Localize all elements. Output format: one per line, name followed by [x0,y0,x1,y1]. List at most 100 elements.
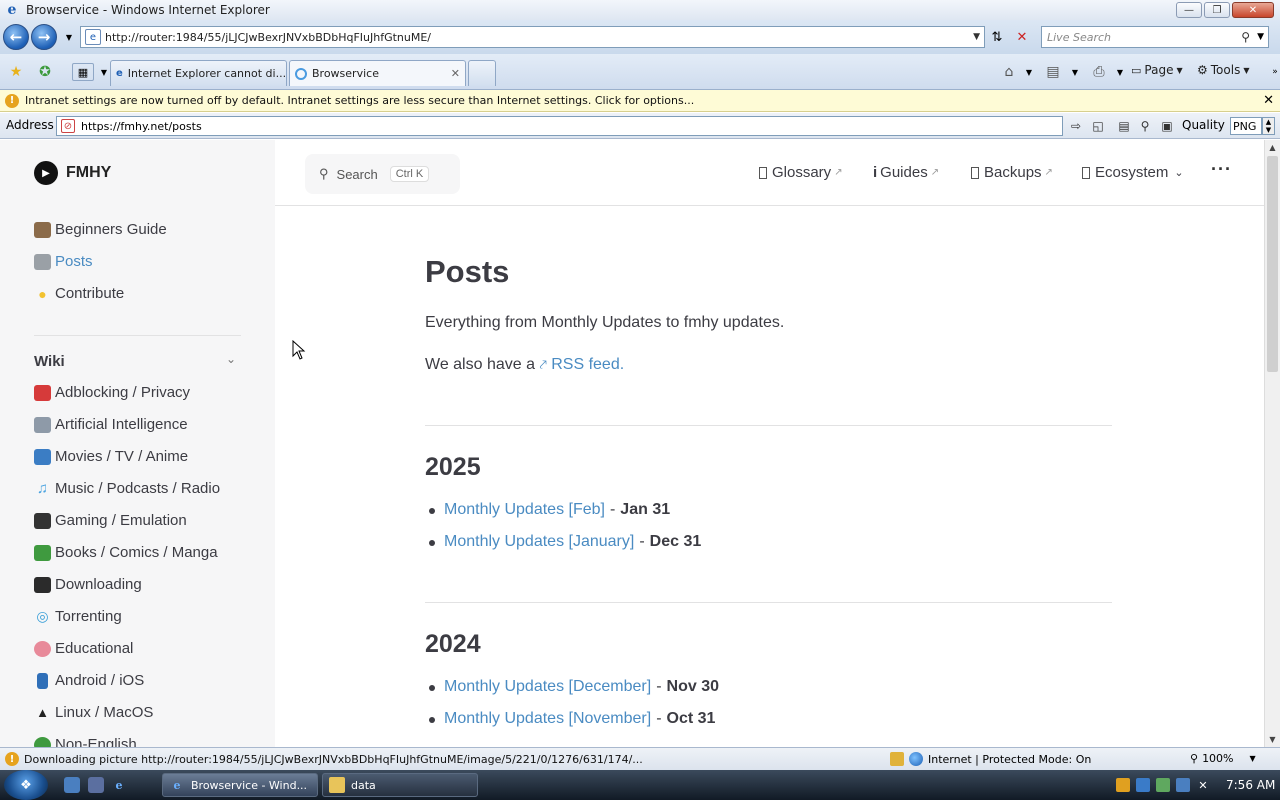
chevron-down-icon[interactable]: ⌄ [226,352,236,366]
tools-menu-label: Tools [1210,63,1241,77]
nav-backups[interactable]: Backups ↗ [971,164,1053,181]
tab-label: Internet Explorer cannot di... [127,67,287,80]
rss-feed-link[interactable]: ⤤ RSS feed. [539,356,624,373]
zoom-control[interactable]: ⚲ 100% ▼ [1190,752,1256,765]
quick-tabs-icon[interactable]: ▦ [72,63,94,81]
wiki-section-title[interactable]: Wiki [34,353,65,370]
volume-muted-icon[interactable]: ✕ [1196,778,1210,792]
close-icon[interactable]: ✕ [1263,93,1274,108]
clipboard-icon[interactable]: ▤ [1115,118,1133,134]
post-link[interactable]: Monthly Updates [November] [444,710,651,728]
sidebar-item-beginners-guide[interactable]: Beginners Guide [34,221,167,238]
nav-glossary[interactable]: Glossary ↗ [759,164,843,181]
sidebar-item-educational[interactable]: Educational [34,640,133,657]
scrollbar-thumb[interactable] [1267,156,1278,372]
music-note-icon: ♫ [36,480,49,497]
sidebar-item-music[interactable]: ♫ Music / Podcasts / Radio [34,480,220,497]
ie-logo-icon: e [7,2,17,18]
monitor-icon[interactable] [1156,778,1170,792]
network-connection-icon[interactable] [1176,778,1190,792]
search-input[interactable]: Live Search ⚲ ▼ [1041,26,1269,48]
network-icon[interactable] [1136,778,1150,792]
clock[interactable]: 7:56 AM [1226,778,1275,792]
new-tab-button[interactable] [468,60,496,86]
tab-close-icon[interactable]: ✕ [451,67,460,80]
tab-ie-error[interactable]: e Internet Explorer cannot di... [110,60,287,86]
sidebar-item-downloading[interactable]: Downloading [34,576,142,593]
task-browservice[interactable]: e Browservice - Wind... [162,773,318,797]
post-link[interactable]: Monthly Updates [December] [444,678,651,696]
tab-browservice[interactable]: Browservice ✕ [289,60,466,86]
bookmark-icon[interactable]: ◱ [1089,118,1107,134]
quality-spinner[interactable]: ▲ ▼ [1262,117,1275,135]
address-input[interactable]: ⊘ https://fmhy.net/posts [56,116,1063,136]
zone-label: Internet | Protected Mode: On [928,752,1092,766]
sidebar-item-gaming[interactable]: Gaming / Emulation [34,512,187,529]
start-button[interactable]: ❖ [4,770,48,800]
site-brand[interactable]: ▶ FMHY [34,161,111,185]
sidebar-item-label: Educational [55,640,134,657]
search-icon: ⚲ [319,166,329,181]
info-icon: i [873,164,878,181]
url-field[interactable]: e http://router:1984/55/jLJCJwBexrJNVxbB… [80,26,985,48]
feeds-icon[interactable]: ▤ [1044,63,1062,81]
maximize-button[interactable]: ❐ [1204,2,1230,18]
history-dropdown-icon[interactable]: ▼ [59,27,79,47]
find-icon[interactable]: ⚲ [1136,118,1154,134]
post-link[interactable]: Monthly Updates [Feb] [444,501,605,519]
favorites-star-icon[interactable]: ★ [7,63,25,81]
vertical-scrollbar[interactable]: ▲ ▼ [1264,140,1280,747]
go-arrow-icon[interactable]: ⇨ [1067,118,1085,134]
sidebar-item-non-english[interactable]: Non-English [34,736,137,747]
nav-guides[interactable]: i Guides ↗ [873,164,939,181]
quality-select[interactable]: PNG [1230,117,1262,135]
forward-button[interactable]: → [31,24,57,50]
sidebar-item-adblocking[interactable]: Adblocking / Privacy [34,384,190,401]
security-shield-icon[interactable] [1116,778,1130,792]
scroll-down-icon[interactable]: ▼ [1265,732,1280,747]
more-commands-icon[interactable]: » [1266,63,1280,81]
save-icon[interactable]: ▣ [1158,118,1176,134]
information-bar[interactable]: ! Intranet settings are now turned off b… [0,90,1280,112]
sidebar-item-torrenting[interactable]: ◎ Torrenting [34,608,121,625]
search-icon[interactable]: ⚲ [1241,30,1250,44]
information-bar-message: Intranet settings are now turned off by … [25,94,695,107]
site-search-button[interactable]: ⚲ Search Ctrl K [305,154,460,194]
rss-line: We also have a ⤤ RSS feed. [425,356,624,374]
sidebar-item-ai[interactable]: Artificial Intelligence [34,416,188,433]
url-dropdown-icon[interactable]: ▼ [973,32,980,42]
switch-windows-icon[interactable] [88,777,104,793]
page-menu[interactable]: ▭ Page ▼ [1131,63,1183,77]
back-button[interactable]: ← [3,24,29,50]
tools-menu[interactable]: ⚙ Tools ▼ [1197,63,1249,77]
security-zone[interactable]: Internet | Protected Mode: On [890,752,1091,766]
gear-icon: ⚙ [1197,63,1208,77]
sidebar-item-contribute[interactable]: ● Contribute [34,285,124,302]
sidebar-item-movies[interactable]: Movies / TV / Anime [34,448,188,465]
sidebar-item-posts[interactable]: Posts [34,253,93,270]
ie-quicklaunch-icon[interactable]: e [111,777,127,793]
task-data-folder[interactable]: data [322,773,478,797]
stop-icon[interactable]: ✕ [1012,27,1032,47]
chevron-down-icon: ▼ [1176,65,1183,75]
print-icon[interactable]: ⎙ [1090,63,1108,81]
home-dropdown-icon[interactable]: ▼ [1020,63,1038,81]
more-options-icon[interactable]: ··· [1211,159,1232,180]
home-icon[interactable]: ⌂ [1000,63,1018,81]
show-desktop-icon[interactable] [64,777,80,793]
rss-prefix: We also have a [425,356,535,373]
sidebar-item-linux-macos[interactable]: ▲ Linux / MacOS [34,704,153,721]
search-placeholder: Live Search [1047,30,1111,44]
post-link[interactable]: Monthly Updates [January] [444,533,634,551]
sidebar-item-books[interactable]: Books / Comics / Manga [34,544,218,561]
print-dropdown-icon[interactable]: ▼ [1111,63,1129,81]
feeds-dropdown-icon[interactable]: ▼ [1066,63,1084,81]
sidebar-item-android-ios[interactable]: Android / iOS [34,672,144,689]
search-dropdown-icon[interactable]: ▼ [1257,32,1264,42]
close-button[interactable]: ✕ [1232,2,1274,18]
scroll-up-icon[interactable]: ▲ [1265,140,1280,155]
refresh-icon[interactable]: ⇅ [987,27,1007,47]
add-favorite-icon[interactable]: ✪ [36,63,54,81]
minimize-button[interactable]: — [1176,2,1202,18]
nav-ecosystem[interactable]: Ecosystem ⌄ [1082,164,1184,181]
